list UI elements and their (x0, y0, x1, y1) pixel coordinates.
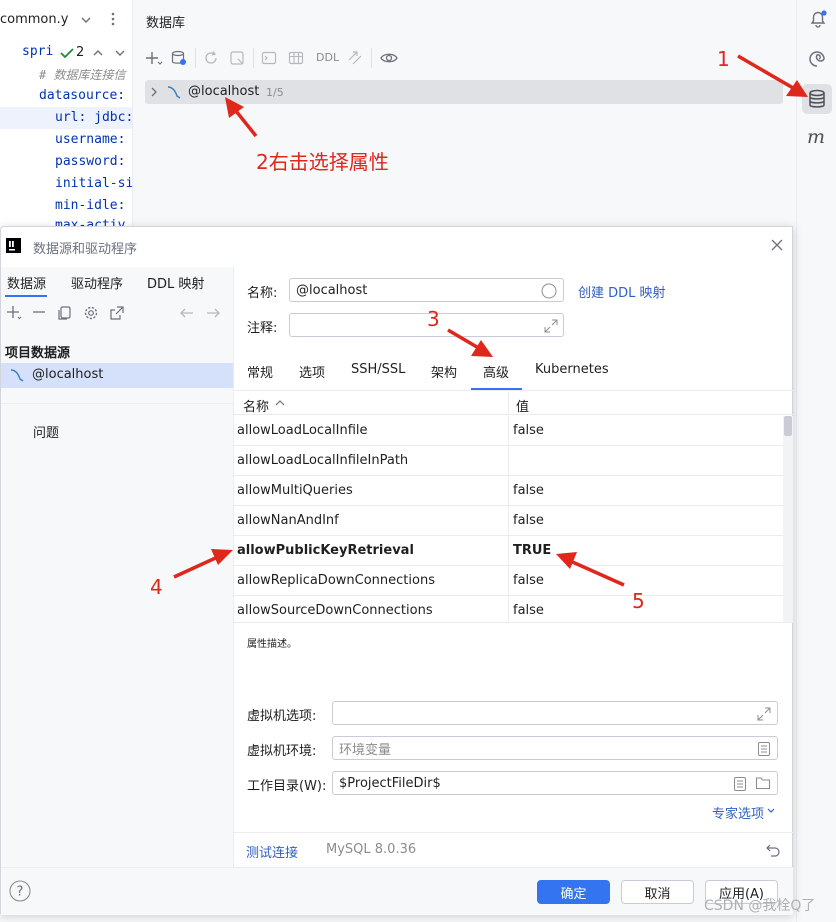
annotation-label-1: 1 (717, 47, 730, 71)
annotation-arrow-4 (173, 553, 223, 579)
annotation-arrowhead-1 (786, 80, 808, 97)
annotation-label-4: 4 (150, 575, 163, 599)
annotation-arrow-1 (737, 54, 801, 94)
annotation-arrowhead-3 (471, 340, 493, 357)
watermark: CSDN @我栓Q了 (704, 898, 816, 914)
annotation-arrow-5 (567, 558, 625, 587)
annotation-arrows (173, 54, 808, 587)
annotation-label-5: 5 (632, 589, 645, 613)
annotation-label-2: 2右击选择属性 (256, 150, 389, 174)
annotation-label-3: 3 (427, 307, 440, 331)
annotation-arrowhead-5 (556, 552, 577, 569)
